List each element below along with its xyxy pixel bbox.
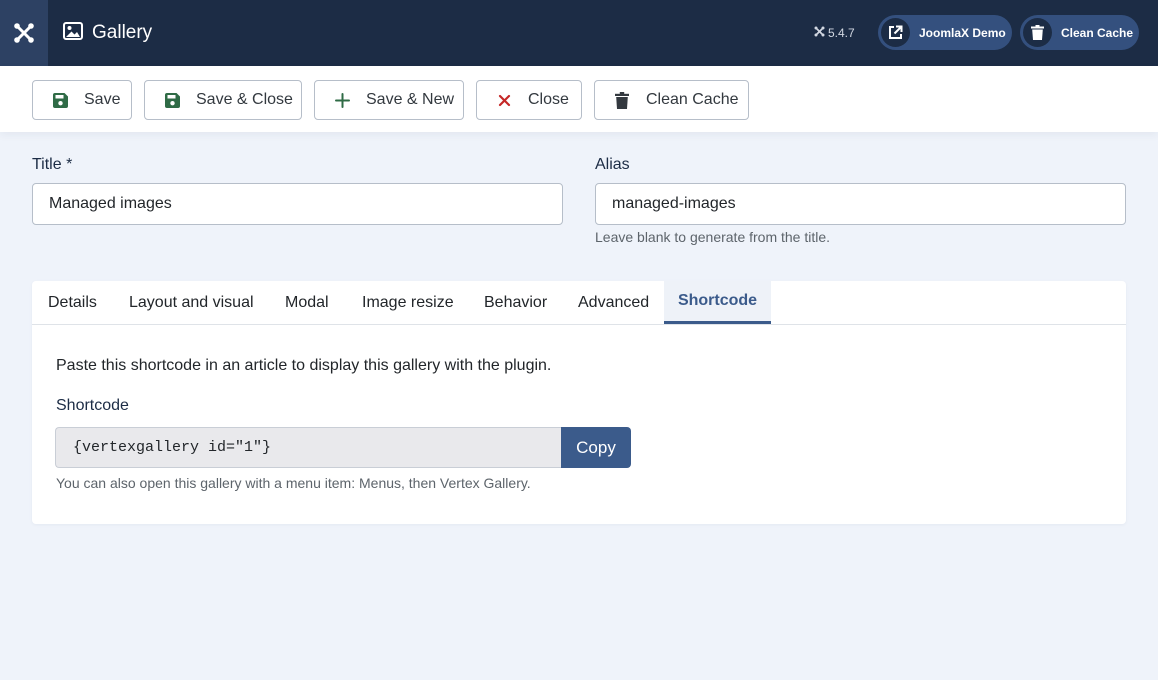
tab-list: Details Layout and visual Modal Image re… (32, 281, 1126, 325)
trash-icon (612, 90, 632, 110)
tab-image-resize[interactable]: Image resize (362, 281, 454, 325)
app-header: Gallery 5.4.7 JoomlaX Demo Clean Cache (0, 0, 1158, 66)
alias-input[interactable] (595, 183, 1126, 225)
page-title: Gallery (63, 0, 152, 66)
page-title-text: Gallery (92, 22, 153, 43)
floppy-disk-icon (50, 90, 70, 110)
title-label: Title * (32, 156, 73, 173)
tab-modal[interactable]: Modal (285, 281, 329, 325)
save-button[interactable]: Save (32, 80, 132, 120)
clean-cache-label: Clean Cache (646, 91, 739, 108)
joomlax-demo-label: JoomlaX Demo (919, 25, 1006, 40)
shortcode-intro: Paste this shortcode in an article to di… (56, 357, 552, 374)
trash-icon (1023, 18, 1052, 47)
tab-layout-and-visual[interactable]: Layout and visual (129, 281, 254, 325)
clean-cache-button[interactable]: Clean Cache (594, 80, 749, 120)
copy-button[interactable]: Copy (561, 427, 631, 468)
joomlax-demo-button[interactable]: JoomlaX Demo (878, 15, 1012, 50)
save-close-button[interactable]: Save & Close (144, 80, 302, 120)
save-close-label: Save & Close (196, 91, 293, 108)
shortcode-hint: You can also open this gallery with a me… (56, 475, 531, 491)
alias-hint: Leave blank to generate from the title. (595, 229, 831, 245)
floppy-disk-icon (162, 90, 182, 110)
tab-advanced[interactable]: Advanced (578, 281, 649, 325)
save-label: Save (84, 91, 121, 108)
external-link-icon (881, 18, 910, 47)
shortcode-field[interactable]: {vertexgallery id="1"} (55, 427, 562, 468)
header-clean-cache-button[interactable]: Clean Cache (1020, 15, 1139, 50)
title-input[interactable] (32, 183, 563, 225)
plus-icon (332, 90, 352, 110)
joomla-small-icon (814, 26, 825, 40)
x-icon (494, 90, 514, 110)
tab-details[interactable]: Details (48, 281, 97, 325)
tab-shortcode[interactable]: Shortcode (664, 281, 771, 324)
image-icon (63, 21, 83, 45)
joomla-logo-icon[interactable] (0, 0, 48, 66)
header-clean-cache-label: Clean Cache (1061, 25, 1134, 40)
shortcode-label: Shortcode (56, 397, 129, 414)
tabs-card: Details Layout and visual Modal Image re… (32, 281, 1126, 524)
alias-label: Alias (595, 156, 630, 173)
tab-behavior[interactable]: Behavior (484, 281, 547, 325)
close-button[interactable]: Close (476, 80, 582, 120)
toolbar: Save Save & Close Save & New Close Clean… (0, 66, 1158, 132)
version-info: 5.4.7 (814, 0, 855, 66)
close-label: Close (528, 91, 569, 108)
save-new-label: Save & New (366, 91, 455, 108)
version-text: 5.4.7 (828, 26, 855, 40)
save-new-button[interactable]: Save & New (314, 80, 464, 120)
